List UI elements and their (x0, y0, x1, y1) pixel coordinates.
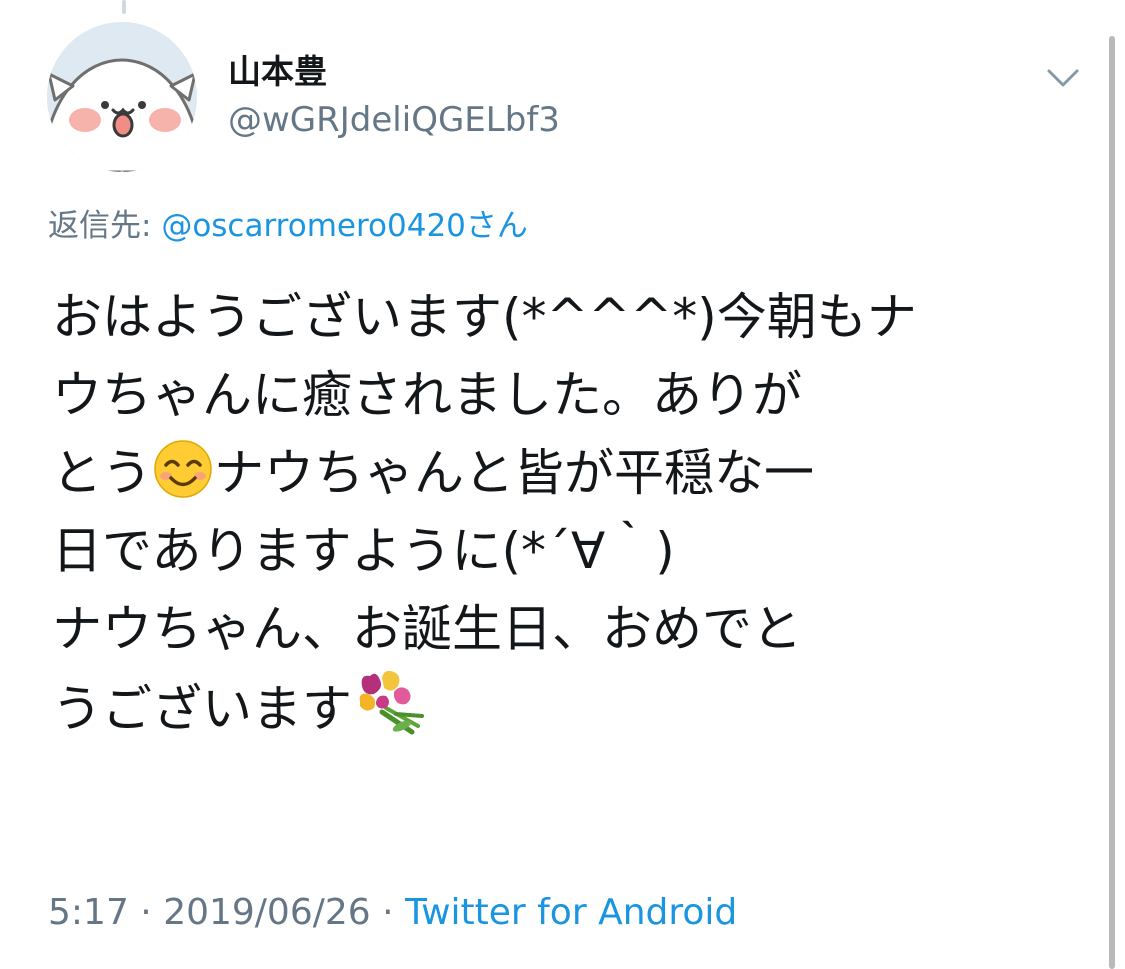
avatar[interactable] (47, 22, 197, 172)
tweet-detail-screen: 山本豊 @wGRJdeliQGELbf3 返信先: @oscarromero04… (0, 0, 1125, 969)
smiling-face-emoji-icon (154, 440, 212, 498)
cat-avatar-icon (47, 22, 197, 172)
tweet-text-segment: とう (52, 444, 152, 502)
reply-context: 返信先: @oscarromero0420さん (48, 200, 528, 245)
tweet-text-line: 日でありますように(*´∀｀) (52, 522, 675, 580)
tweet-text-line: ウちゃんに癒されました。ありが (52, 366, 802, 424)
tweet-text-segment: うございます (52, 680, 352, 738)
thread-connector-line (122, 0, 126, 14)
author-display-name[interactable]: 山本豊 (228, 45, 327, 93)
tweet-text-line: とう ナウちゃんと皆が平穏な一 (52, 434, 1062, 512)
tweet-date: 2019/06/26 (163, 892, 371, 933)
reply-mention-handle[interactable]: @oscarromero0420 (161, 208, 466, 244)
author-handle[interactable]: @wGRJdeliQGELbf3 (228, 100, 560, 140)
reply-mention-link[interactable]: @oscarromero0420さん (161, 208, 528, 244)
meta-separator: · (370, 892, 406, 933)
tweet-text-line: ナウちゃん、お誕生日、おめでと (52, 600, 802, 658)
tweet-text-line: おはようございます(*^^^*)今朝もナ (52, 288, 917, 346)
reply-mention-suffix[interactable]: さん (466, 208, 528, 244)
scrollbar[interactable] (1109, 36, 1115, 969)
tweet-text: おはようございます(*^^^*)今朝もナ ウちゃんに癒されました。ありが とう … (52, 278, 1062, 746)
reply-prefix: 返信先: (48, 208, 152, 244)
bouquet-emoji-icon (359, 670, 424, 735)
meta-separator: · (128, 892, 164, 933)
tweet-source-link[interactable]: Twitter for Android (405, 892, 737, 933)
tweet-text-line: うございます (52, 668, 1062, 746)
tweet-time: 5:17 (48, 892, 129, 933)
chevron-down-icon[interactable] (1043, 58, 1083, 98)
tweet-text-segment: ナウちゃんと皆が平穏な一 (214, 444, 814, 502)
tweet-metadata: 5:17 · 2019/06/26 · Twitter for Android (48, 892, 737, 933)
